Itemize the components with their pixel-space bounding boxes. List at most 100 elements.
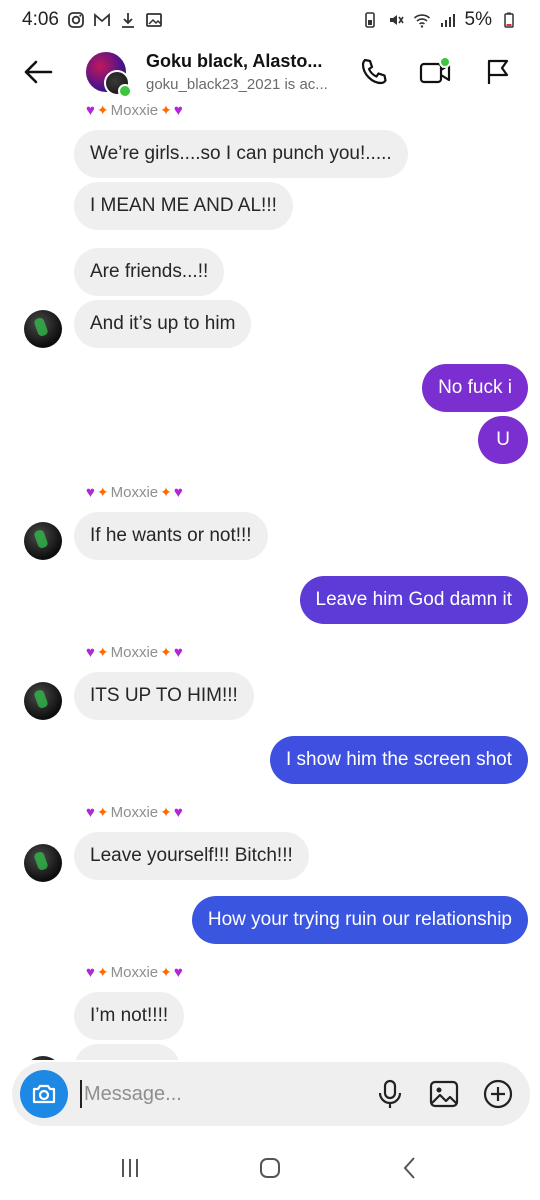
flag-icon <box>487 59 509 84</box>
message-input[interactable]: Message... <box>80 1080 350 1108</box>
message-thread[interactable]: ♥ ✦ Moxxie ✦ ♥ We’re girls....so I can punch… <box>0 104 540 1060</box>
plus-circle-icon <box>483 1079 513 1109</box>
gmail-icon <box>93 11 111 29</box>
message-text: And it’s up to him <box>74 300 252 348</box>
message-incoming[interactable]: ITS UP TO HIM!!! <box>74 672 254 720</box>
purple-heart-icon: ♥ <box>173 104 183 119</box>
avatar[interactable] <box>24 1056 62 1060</box>
fire-icon: ✦ <box>96 644 109 660</box>
report-button[interactable] <box>478 52 518 92</box>
video-call-button[interactable] <box>416 52 456 92</box>
wifi-icon <box>413 11 431 29</box>
fire-icon: ✦ <box>160 964 172 980</box>
fire-icon: ✦ <box>96 484 109 500</box>
online-indicator <box>118 84 132 98</box>
home-icon <box>260 1158 280 1178</box>
avatar[interactable] <box>24 682 62 720</box>
sender-label: ♥ ✦ Moxxie ✦ ♥ <box>86 484 183 501</box>
fire-icon: ✦ <box>160 644 172 660</box>
chevron-left-icon <box>403 1157 415 1179</box>
fire-icon: ✦ <box>160 104 172 118</box>
fire-icon: ✦ <box>96 804 109 820</box>
purple-heart-icon: ♥ <box>86 484 95 501</box>
message-text: Leave yourself!!! Bitch!!! <box>74 832 309 880</box>
gallery-button[interactable] <box>426 1076 462 1112</box>
message-outgoing[interactable]: Leave him God damn it <box>299 576 528 624</box>
purple-heart-icon: ♥ <box>173 804 183 821</box>
message-text: How your trying ruin our relationship <box>191 896 528 944</box>
message-composer: Message... <box>12 1062 530 1126</box>
message-text: We’re girls....so I can punch you!..... <box>74 130 408 178</box>
download-icon <box>119 11 137 29</box>
message-incoming[interactable]: If he wants or not!!! <box>74 512 268 560</box>
message-text: I show him the screen shot <box>270 736 528 784</box>
message-incoming[interactable]: I MEAN ME AND AL!!! <box>74 182 293 230</box>
signal-icon <box>439 11 457 29</box>
recent-apps-button[interactable] <box>106 1144 154 1192</box>
message-text: U <box>478 416 528 464</box>
sender-label: ♥ ✦ Moxxie ✦ ♥ <box>86 644 183 661</box>
purple-heart-icon: ♥ <box>86 804 95 821</box>
nav-back-button[interactable] <box>386 1144 434 1192</box>
back-button[interactable] <box>18 52 58 92</box>
sender-label: ♥ ✦ Moxxie ✦ ♥ <box>86 804 183 821</box>
purple-heart-icon: ♥ <box>173 484 183 501</box>
instagram-icon <box>67 11 85 29</box>
video-camera-icon <box>419 56 451 84</box>
group-avatar[interactable] <box>84 50 132 98</box>
phone-icon <box>361 58 387 85</box>
camera-icon <box>32 1084 56 1104</box>
system-nav-bar <box>0 1136 540 1200</box>
avatar[interactable] <box>24 310 62 348</box>
chat-title-block[interactable]: Goku black, Alasto... goku_black23_2021 … <box>146 51 336 93</box>
purple-heart-icon: ♥ <box>173 644 183 661</box>
message-incoming-clipped[interactable] <box>74 1044 180 1060</box>
message-text: Leave him God damn it <box>299 576 528 624</box>
chat-title: Goku black, Alasto... <box>146 51 323 71</box>
message-text: If he wants or not!!! <box>74 512 268 560</box>
recent-apps-icon <box>122 1159 138 1177</box>
purple-heart-icon: ♥ <box>86 104 95 119</box>
purple-heart-icon: ♥ <box>86 644 95 661</box>
arrow-left-icon <box>24 60 53 84</box>
battery-percent: 5% <box>464 9 492 30</box>
fire-icon: ✦ <box>96 104 109 118</box>
fire-icon: ✦ <box>160 484 172 500</box>
chat-subtitle: goku_black23_2021 is ac... <box>146 76 328 93</box>
voice-button[interactable] <box>372 1076 408 1112</box>
avatar[interactable] <box>24 522 62 560</box>
message-incoming[interactable]: We’re girls....so I can punch you!..... <box>74 130 408 178</box>
battery-icon <box>500 11 518 29</box>
camera-button[interactable] <box>20 1070 68 1118</box>
sender-label: ♥ ✦ Moxxie ✦ ♥ <box>86 104 183 119</box>
message-outgoing[interactable]: U <box>478 416 528 464</box>
message-outgoing[interactable]: I show him the screen shot <box>270 736 528 784</box>
sender-label: ♥ ✦ Moxxie ✦ ♥ <box>86 964 183 981</box>
home-button[interactable] <box>246 1144 294 1192</box>
message-incoming[interactable]: Are friends...!! <box>74 248 225 296</box>
fire-icon: ✦ <box>160 804 172 820</box>
message-text: I MEAN ME AND AL!!! <box>74 182 293 230</box>
message-text: No fuck i <box>422 364 528 412</box>
message-text: ITS UP TO HIM!!! <box>74 672 254 720</box>
microphone-icon <box>378 1079 402 1108</box>
message-text: I’m not!!!! <box>74 992 185 1040</box>
message-outgoing[interactable]: No fuck i <box>422 364 528 412</box>
purple-heart-icon: ♥ <box>173 964 183 981</box>
status-time: 4:06 <box>22 9 59 30</box>
avatar[interactable] <box>24 844 62 882</box>
add-button[interactable] <box>480 1076 516 1112</box>
message-text: Are friends...!! <box>74 248 225 296</box>
battery-saver-icon <box>361 11 379 29</box>
mute-icon <box>387 11 405 29</box>
message-incoming[interactable]: Leave yourself!!! Bitch!!! <box>74 832 309 880</box>
message-incoming[interactable]: And it’s up to him <box>74 300 252 348</box>
status-bar: 4:06 5% <box>0 0 540 40</box>
fire-icon: ✦ <box>96 964 109 980</box>
chat-header: Goku black, Alasto... goku_black23_2021 … <box>0 40 540 104</box>
purple-heart-icon: ♥ <box>86 964 95 981</box>
message-outgoing[interactable]: How your trying ruin our relationship <box>191 896 528 944</box>
message-incoming[interactable]: I’m not!!!! <box>74 992 185 1040</box>
image-notification-icon <box>145 11 163 29</box>
call-button[interactable] <box>354 52 394 92</box>
